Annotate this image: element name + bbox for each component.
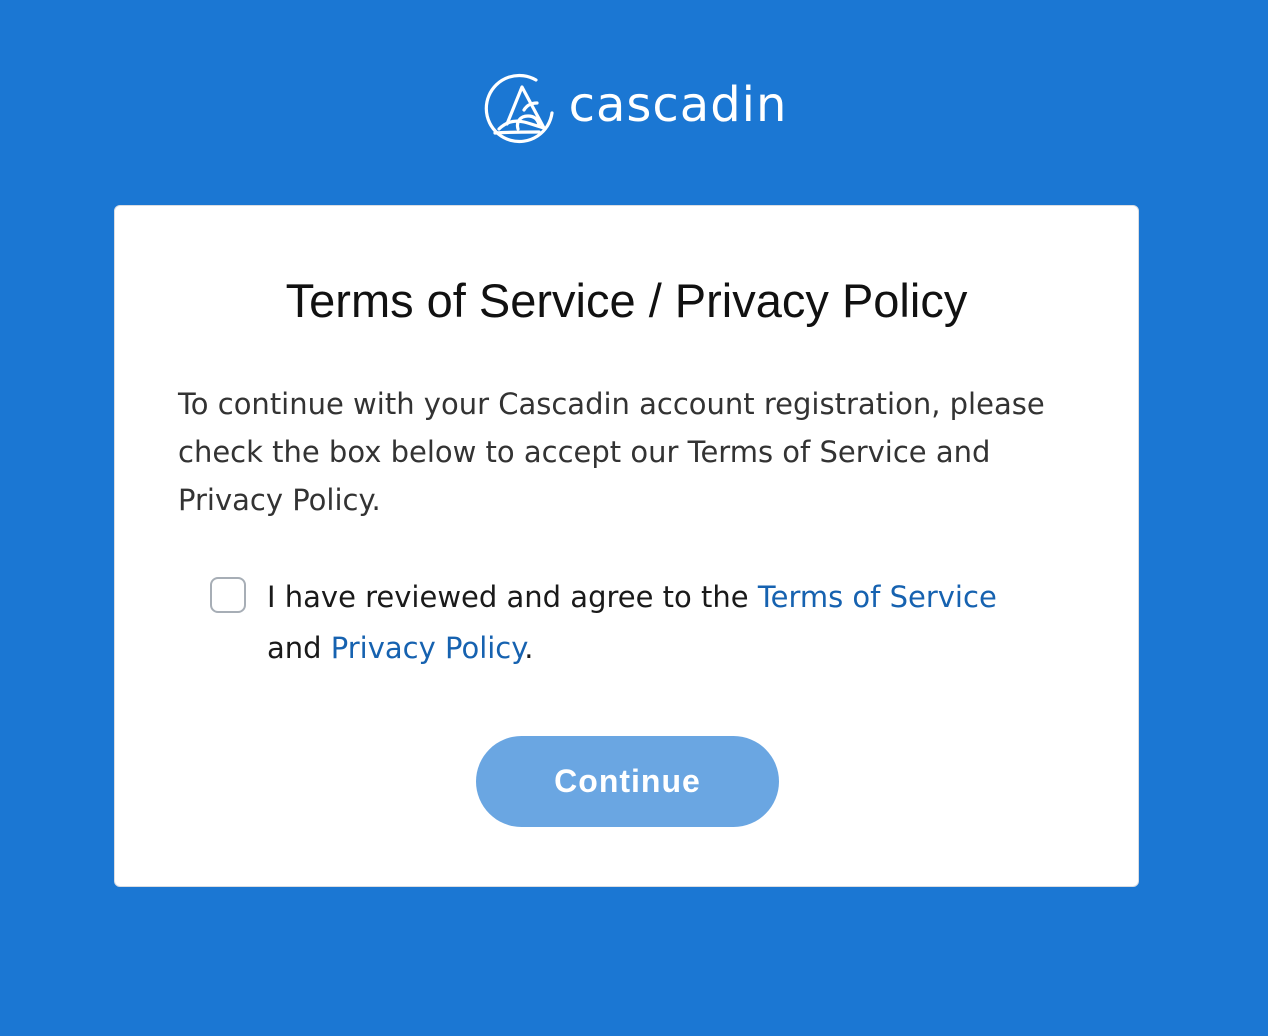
agreement-text-before: I have reviewed and agree to the	[267, 580, 758, 614]
registration-page: cascadin Terms of Service / Privacy Poli…	[0, 0, 1268, 1036]
dialog-description: To continue with your Cascadin account r…	[178, 387, 1045, 517]
dialog-title: Terms of Service / Privacy Policy	[285, 274, 968, 327]
cascadin-logo-icon	[484, 73, 554, 144]
agreement-label: I have reviewed and agree to the Terms o…	[267, 572, 1027, 674]
continue-button[interactable]: Continue	[476, 736, 779, 827]
brand-header: cascadin	[0, 70, 1268, 148]
agreement-text-after: .	[524, 631, 534, 665]
agree-checkbox[interactable]	[210, 577, 246, 613]
terms-of-service-link[interactable]: Terms of Service	[758, 580, 997, 614]
privacy-policy-link[interactable]: Privacy Policy	[331, 631, 525, 665]
agreement-row: I have reviewed and agree to the Terms o…	[210, 572, 1030, 678]
agreement-text-middle: and	[267, 631, 331, 665]
terms-dialog: Terms of Service / Privacy Policy To con…	[114, 205, 1139, 887]
brand-name: cascadin	[568, 77, 788, 133]
